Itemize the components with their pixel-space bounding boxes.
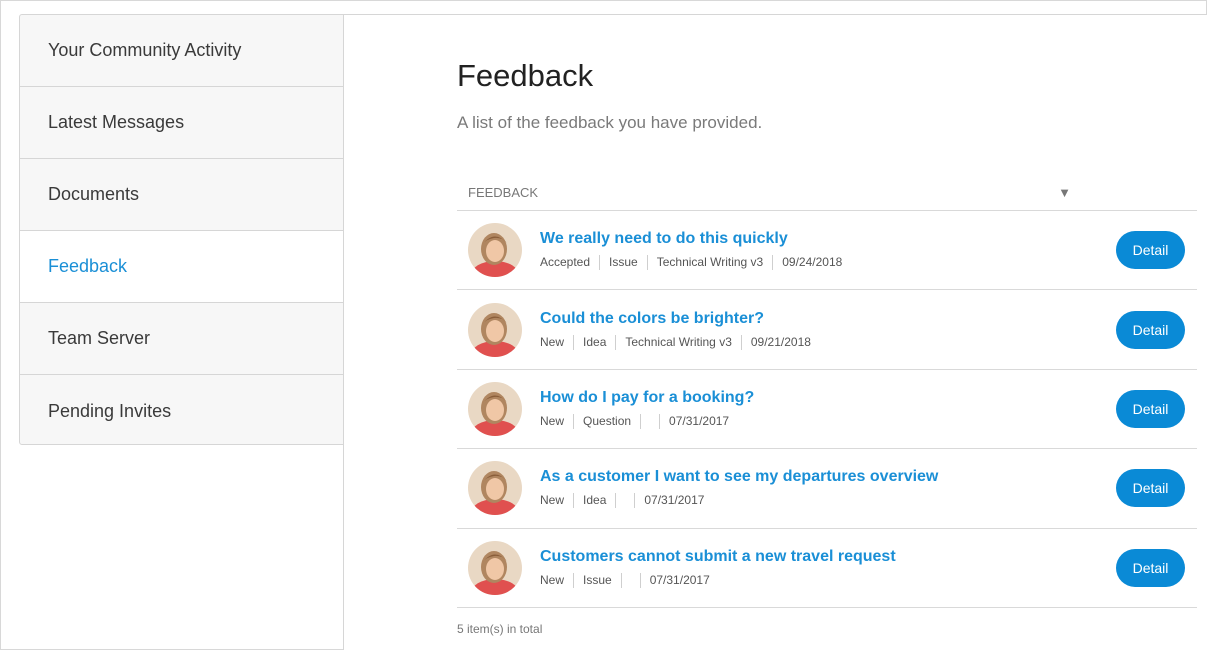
- list-header: FEEDBACK ▼: [457, 174, 1197, 211]
- page-subtitle: A list of the feedback you have provided…: [457, 113, 763, 132]
- feedback-status: Accepted: [540, 255, 591, 270]
- feedback-category: [620, 572, 640, 588]
- avatar: [468, 302, 522, 357]
- list-item: We really need to do this quickly Accept…: [457, 211, 1197, 291]
- item-count: 5 item(s) in total: [457, 621, 543, 636]
- feedback-type: Idea: [573, 493, 615, 509]
- feedback-category: Technical Writing v3: [646, 255, 773, 271]
- page-title: Feedback: [457, 58, 594, 93]
- feedback-meta: New Idea Technical Writing v3 09/21/2018: [540, 334, 1197, 350]
- feedback-status: New: [540, 493, 565, 508]
- feedback-status: New: [540, 413, 565, 428]
- feedback-status: New: [540, 334, 565, 349]
- feedback-date: 09/24/2018: [772, 255, 851, 271]
- feedback-type: Issue: [599, 255, 647, 271]
- list-item: Could the colors be brighter? New Idea T…: [457, 290, 1197, 370]
- feedback-title-link[interactable]: As a customer I want to see my departure…: [540, 468, 1197, 486]
- sidebar-item-label: Pending Invites: [48, 400, 172, 421]
- feedback-meta: New Idea 07/31/2017: [540, 493, 1197, 509]
- feedback-category: [640, 413, 659, 429]
- sidebar: Your Community Activity Latest Messages …: [19, 14, 355, 445]
- feedback-meta: New Question 07/31/2017: [540, 413, 1197, 429]
- sidebar-item-label: Documents: [48, 184, 140, 204]
- sidebar-item-community-activity[interactable]: Your Community Activity: [20, 15, 354, 87]
- sidebar-item-label: Your Community Activity: [48, 40, 242, 60]
- feedback-date: 09/21/2018: [740, 334, 820, 350]
- sidebar-item-latest-messages[interactable]: Latest Messages: [20, 87, 354, 159]
- avatar: [468, 461, 522, 516]
- detail-button[interactable]: Detail: [1116, 310, 1185, 349]
- feedback-status: New: [540, 572, 565, 587]
- feedback-title-link[interactable]: Could the colors be brighter?: [540, 310, 1197, 328]
- list-item: How do I pay for a booking? New Question…: [457, 370, 1197, 450]
- feedback-date: 07/31/2017: [634, 493, 713, 509]
- feedback-date: 07/31/2017: [659, 413, 738, 429]
- sidebar-item-team-server[interactable]: Team Server: [20, 303, 354, 375]
- sidebar-item-pending-invites[interactable]: Pending Invites: [20, 375, 354, 447]
- feedback-meta: New Issue 07/31/2017: [540, 572, 1197, 588]
- detail-button[interactable]: Detail: [1116, 469, 1185, 508]
- sidebar-item-documents[interactable]: Documents: [20, 159, 354, 231]
- sidebar-item-label: Feedback: [48, 256, 128, 276]
- sidebar-item-label: Latest Messages: [48, 112, 185, 132]
- avatar-icon: [468, 540, 522, 595]
- feedback-type: Question: [573, 413, 640, 429]
- list-item: As a customer I want to see my departure…: [457, 449, 1197, 529]
- list-header-label: FEEDBACK: [468, 184, 539, 200]
- avatar: [468, 381, 522, 436]
- list-item: Customers cannot submit a new travel req…: [457, 529, 1197, 608]
- detail-button[interactable]: Detail: [1116, 548, 1185, 587]
- feedback-meta: Accepted Issue Technical Writing v3 09/2…: [540, 255, 1197, 271]
- feedback-type: Issue: [573, 572, 621, 588]
- feedback-title-link[interactable]: How do I pay for a booking?: [540, 389, 1197, 407]
- avatar: [468, 223, 522, 278]
- sort-dropdown-icon[interactable]: ▼: [1058, 185, 1071, 200]
- main-panel: Feedback A list of the feedback you have…: [343, 14, 1207, 650]
- avatar-icon: [468, 381, 522, 436]
- feedback-category: [615, 493, 634, 509]
- avatar-icon: [468, 461, 522, 516]
- sidebar-item-feedback[interactable]: Feedback: [20, 231, 354, 303]
- avatar-icon: [468, 223, 522, 278]
- detail-button[interactable]: Detail: [1116, 231, 1185, 270]
- sidebar-item-label: Team Server: [48, 328, 151, 348]
- feedback-date: 07/31/2017: [639, 572, 719, 588]
- avatar: [468, 540, 522, 595]
- feedback-list: FEEDBACK ▼ We really need to do this qui…: [457, 174, 1197, 636]
- feedback-category: Technical Writing v3: [615, 334, 741, 350]
- feedback-type: Idea: [573, 334, 615, 350]
- avatar-icon: [468, 302, 522, 357]
- feedback-title-link[interactable]: Customers cannot submit a new travel req…: [540, 548, 1197, 566]
- feedback-title-link[interactable]: We really need to do this quickly: [540, 230, 1197, 248]
- detail-button[interactable]: Detail: [1116, 389, 1185, 428]
